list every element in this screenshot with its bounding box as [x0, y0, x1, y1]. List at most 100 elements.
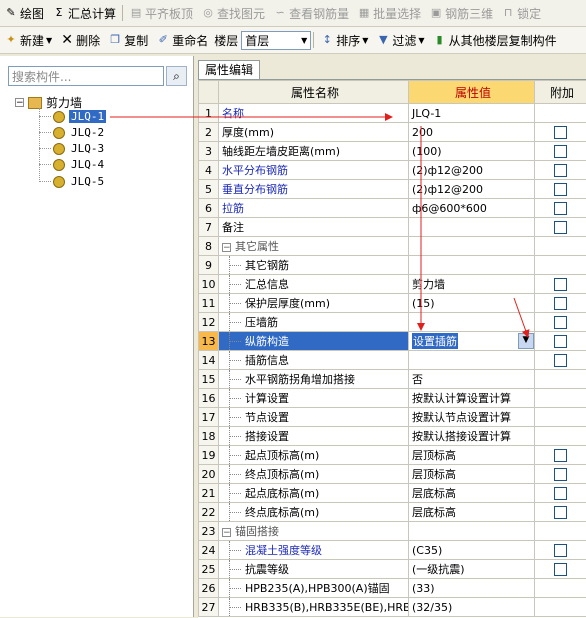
new-button[interactable]: ✦新建▼: [0, 29, 56, 51]
property-row[interactable]: 24混凝土强度等级(C35): [199, 541, 586, 560]
property-row[interactable]: 11保护层厚度(mm)(15): [199, 294, 586, 313]
property-row[interactable]: 27HRB335(B),HRB335E(BE),HRBF(32/35): [199, 598, 586, 617]
copy-from-floor-button[interactable]: ▮从其他楼层复制构件: [429, 29, 561, 51]
property-value[interactable]: (15): [409, 294, 535, 313]
add-checkbox[interactable]: [554, 506, 567, 519]
property-row[interactable]: 15水平钢筋拐角增加搭接否: [199, 370, 586, 389]
add-checkbox[interactable]: [554, 221, 567, 234]
add-checkbox[interactable]: [554, 563, 567, 576]
property-row[interactable]: 5垂直分布钢筋(2)ф12@200: [199, 180, 586, 199]
copy-button[interactable]: ❐复制: [104, 29, 152, 51]
find-element-button[interactable]: ◎查找图元: [197, 2, 269, 24]
property-value[interactable]: 层顶标高: [409, 446, 535, 465]
sum-calc-button[interactable]: Σ汇总计算: [48, 2, 120, 24]
add-checkbox[interactable]: [554, 335, 567, 348]
batch-select-button[interactable]: ▦批量选择: [353, 2, 425, 24]
property-row[interactable]: 13纵筋构造设置插筋▼: [199, 332, 586, 351]
lock-button[interactable]: ⊓锁定: [497, 2, 545, 24]
property-value[interactable]: (32/35): [409, 598, 535, 617]
add-checkbox[interactable]: [554, 354, 567, 367]
property-row[interactable]: 22终点底标高(m)层底标高: [199, 503, 586, 522]
property-value[interactable]: JLQ-1: [409, 104, 535, 123]
value-dropdown[interactable]: 设置插筋▼: [412, 333, 534, 349]
floor-select[interactable]: 首层▼: [241, 31, 311, 50]
property-row[interactable]: 7备注: [199, 218, 586, 237]
property-value[interactable]: 层底标高: [409, 503, 535, 522]
search-icon[interactable]: ⌕: [166, 66, 187, 86]
property-row[interactable]: 8−其它属性: [199, 237, 586, 256]
property-value[interactable]: 层底标高: [409, 484, 535, 503]
add-checkbox[interactable]: [554, 468, 567, 481]
add-checkbox[interactable]: [554, 164, 567, 177]
add-checkbox[interactable]: [554, 145, 567, 158]
property-row[interactable]: 21起点底标高(m)层底标高: [199, 484, 586, 503]
property-row[interactable]: 16计算设置按默认计算设置计算: [199, 389, 586, 408]
property-value[interactable]: [409, 313, 535, 332]
collapse-icon[interactable]: −: [15, 98, 24, 107]
tree-item[interactable]: JLQ-2: [53, 125, 106, 140]
property-row[interactable]: 17节点设置按默认节点设置计算: [199, 408, 586, 427]
property-value[interactable]: 层顶标高: [409, 465, 535, 484]
property-row[interactable]: 18搭接设置按默认搭接设置计算: [199, 427, 586, 446]
tab-property-edit[interactable]: 属性编辑: [198, 60, 260, 79]
property-value[interactable]: (2)ф12@200: [409, 161, 535, 180]
filter-button[interactable]: ▼过滤▼: [372, 29, 428, 51]
view-rebar-button[interactable]: ∽查看钢筋量: [269, 2, 353, 24]
property-value[interactable]: 否: [409, 370, 535, 389]
property-row[interactable]: 2厚度(mm)200: [199, 123, 586, 142]
property-row[interactable]: 19起点顶标高(m)层顶标高: [199, 446, 586, 465]
property-row[interactable]: 3轴线距左墙皮距离(mm)(100): [199, 142, 586, 161]
property-value[interactable]: [409, 522, 535, 541]
add-checkbox[interactable]: [554, 487, 567, 500]
add-checkbox[interactable]: [554, 278, 567, 291]
add-checkbox[interactable]: [554, 297, 567, 310]
property-value[interactable]: 按默认搭接设置计算: [409, 427, 535, 446]
property-row[interactable]: 6拉筋ф6@600*600: [199, 199, 586, 218]
add-checkbox[interactable]: [554, 449, 567, 462]
collapse-icon[interactable]: −: [222, 243, 231, 252]
property-row[interactable]: 20终点顶标高(m)层顶标高: [199, 465, 586, 484]
property-row[interactable]: 14插筋信息: [199, 351, 586, 370]
rebar-3d-button[interactable]: ▣钢筋三维: [425, 2, 497, 24]
property-row[interactable]: 9其它钢筋: [199, 256, 586, 275]
property-value[interactable]: [409, 218, 535, 237]
add-checkbox[interactable]: [554, 183, 567, 196]
property-row[interactable]: 23−锚固搭接: [199, 522, 586, 541]
add-checkbox[interactable]: [554, 126, 567, 139]
property-value[interactable]: (100): [409, 142, 535, 161]
property-value[interactable]: (2)ф12@200: [409, 180, 535, 199]
property-value[interactable]: 按默认计算设置计算: [409, 389, 535, 408]
property-row[interactable]: 26HPB235(A),HPB300(A)锚固(33): [199, 579, 586, 598]
tree-item[interactable]: JLQ-1: [53, 109, 106, 124]
draw-button[interactable]: ✎绘图: [0, 2, 48, 24]
property-value[interactable]: 剪力墙: [409, 275, 535, 294]
add-checkbox[interactable]: [554, 544, 567, 557]
sort-button[interactable]: ↕排序▼: [316, 29, 372, 51]
property-row[interactable]: 1名称JLQ-1: [199, 104, 586, 123]
chevron-down-icon[interactable]: ▼: [518, 333, 534, 349]
add-checkbox[interactable]: [554, 316, 567, 329]
add-checkbox[interactable]: [554, 202, 567, 215]
align-top-button[interactable]: ▤平齐板顶: [125, 2, 197, 24]
property-row[interactable]: 10汇总信息剪力墙: [199, 275, 586, 294]
property-value[interactable]: (C35): [409, 541, 535, 560]
delete-button[interactable]: ✕删除: [56, 29, 104, 51]
property-value[interactable]: [409, 237, 535, 256]
property-value[interactable]: [409, 351, 535, 370]
property-value[interactable]: 设置插筋▼: [409, 332, 535, 351]
tree-item[interactable]: JLQ-5: [53, 174, 106, 189]
property-value[interactable]: (33): [409, 579, 535, 598]
property-value[interactable]: [409, 256, 535, 275]
property-value[interactable]: 200: [409, 123, 535, 142]
property-value[interactable]: ф6@600*600: [409, 199, 535, 218]
property-row[interactable]: 12压墙筋: [199, 313, 586, 332]
property-row[interactable]: 4水平分布钢筋(2)ф12@200: [199, 161, 586, 180]
tree-item[interactable]: JLQ-4: [53, 157, 106, 172]
rename-button[interactable]: ✐重命名: [152, 29, 212, 51]
property-value[interactable]: 按默认节点设置计算: [409, 408, 535, 427]
collapse-icon[interactable]: −: [222, 528, 231, 537]
search-input[interactable]: 搜索构件...: [8, 66, 164, 86]
property-value[interactable]: (一级抗震): [409, 560, 535, 579]
property-row[interactable]: 25抗震等级(一级抗震): [199, 560, 586, 579]
tree-item[interactable]: JLQ-3: [53, 141, 106, 156]
